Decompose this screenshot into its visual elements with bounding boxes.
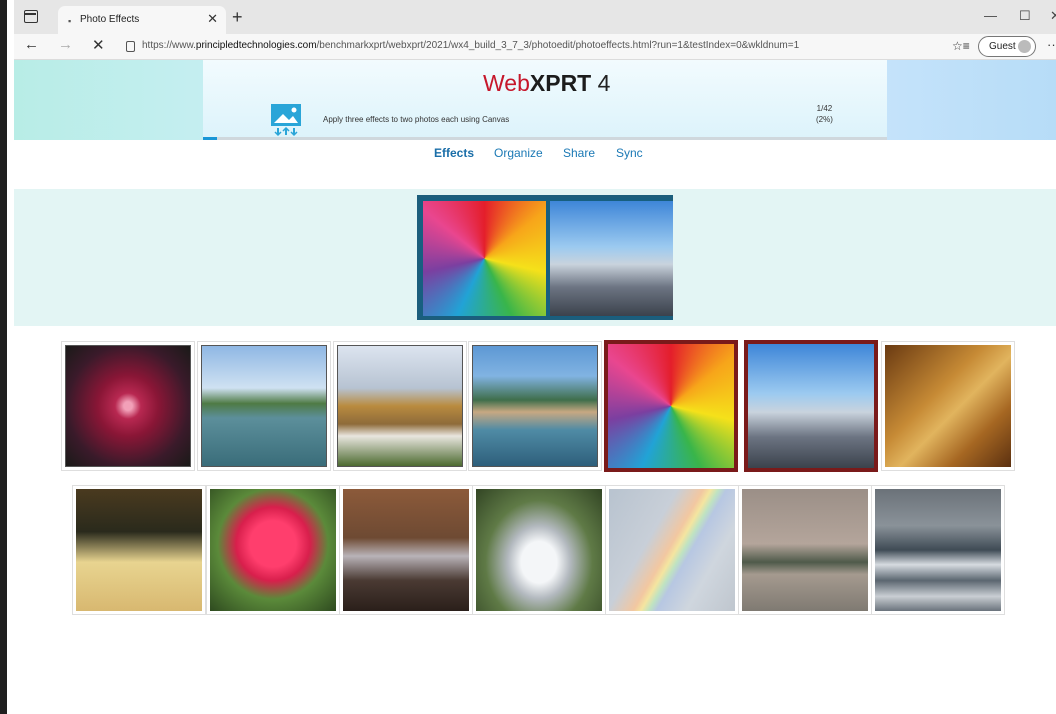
thumbnail-rainbow[interactable]: [605, 485, 739, 615]
maximize-icon[interactable]: ☐: [1019, 8, 1031, 24]
photo-image: [742, 489, 868, 611]
tab-effects[interactable]: Effects: [434, 146, 474, 160]
preview-city-skyline-image: [550, 201, 673, 316]
close-window-icon[interactable]: ✕: [1050, 8, 1056, 24]
thumbnail-wooden-roof[interactable]: [881, 341, 1015, 471]
photo-image: [65, 345, 191, 467]
thumbnail-red-rose[interactable]: [206, 485, 340, 615]
favorites-icon[interactable]: ☆≡: [952, 39, 970, 53]
minimize-icon[interactable]: —: [984, 8, 997, 23]
profile-button[interactable]: Guest: [978, 36, 1036, 57]
header-panel: WebXPRT 4 Apply three effects to two pho…: [203, 60, 887, 140]
photo-image: [875, 489, 1001, 611]
photo-image: [472, 345, 598, 467]
selected-photos-preview: [417, 195, 673, 320]
tab-bar: ▪ Photo Effects ✕ + — ☐ ✕: [14, 0, 1056, 34]
progress-count: 1/42: [816, 104, 833, 113]
photo-image: [885, 345, 1011, 467]
stop-loading-icon[interactable]: ✕: [92, 36, 105, 54]
thumbnail-paddle-boats[interactable]: [197, 341, 331, 471]
preview-area: [14, 189, 1056, 326]
preview-umbrellas-image: [423, 201, 546, 316]
back-icon[interactable]: ←: [24, 36, 39, 53]
progress-percent: (2%): [816, 115, 833, 124]
thumbnail-gable-roof[interactable]: [72, 485, 206, 615]
url-text: https://www.principledtechnologies.com/b…: [142, 40, 800, 51]
tab-actions-icon[interactable]: [24, 10, 38, 23]
page-favicon-icon: ▪: [68, 16, 72, 26]
address-bar: ← → ✕ https://www.principledtechnologies…: [14, 34, 1056, 60]
task-description: Apply three effects to two photos each u…: [323, 115, 510, 124]
webxprt-header: WebXPRT 4 Apply three effects to two pho…: [14, 60, 1056, 140]
photo-image: [748, 344, 874, 468]
progress-fill: [203, 137, 217, 140]
thumbnail-beach-water-tower[interactable]: [738, 485, 872, 615]
tab-photo-effects[interactable]: ▪ Photo Effects ✕: [58, 6, 226, 34]
thumbnail-fountain[interactable]: [472, 485, 606, 615]
thumbnail-alpine-lake[interactable]: [468, 341, 602, 471]
profile-label: Guest: [989, 41, 1016, 52]
thumbnail-thai-temple[interactable]: [333, 341, 467, 471]
thumbnail-bench[interactable]: [339, 485, 473, 615]
photo-edit-icon: [271, 104, 301, 137]
new-tab-icon[interactable]: +: [232, 7, 243, 28]
progress-bar: [203, 137, 887, 140]
tab-organize[interactable]: Organize: [494, 146, 543, 160]
forward-icon[interactable]: →: [58, 36, 73, 53]
photo-image: [343, 489, 469, 611]
tab-sync[interactable]: Sync: [616, 146, 643, 160]
progress-counter: 1/42 (2%): [816, 103, 833, 125]
thumbnail-ocean-waves[interactable]: [871, 485, 1005, 615]
photo-image: [609, 489, 735, 611]
thumbnail-city-skyline-selected[interactable]: [744, 340, 878, 472]
url-field[interactable]: https://www.principledtechnologies.com/b…: [120, 36, 940, 57]
photo-image: [337, 345, 463, 467]
more-options-icon[interactable]: ···: [1047, 37, 1056, 52]
avatar: [1018, 40, 1031, 53]
photo-image: [608, 344, 734, 468]
lock-icon[interactable]: [126, 41, 135, 52]
tab-title: Photo Effects: [80, 14, 140, 25]
browser-window: ▪ Photo Effects ✕ + — ☐ ✕ ← → ✕ https://…: [0, 0, 1056, 714]
thumbnail-coleus-leaf[interactable]: [61, 341, 195, 471]
webxprt-logo: WebXPRT 4: [483, 70, 611, 96]
close-tab-icon[interactable]: ✕: [207, 11, 218, 27]
photo-image: [76, 489, 202, 611]
photo-image: [201, 345, 327, 467]
thumbnail-umbrellas-selected[interactable]: [604, 340, 738, 472]
photo-image: [210, 489, 336, 611]
tab-share[interactable]: Share: [563, 146, 595, 160]
photo-image: [476, 489, 602, 611]
